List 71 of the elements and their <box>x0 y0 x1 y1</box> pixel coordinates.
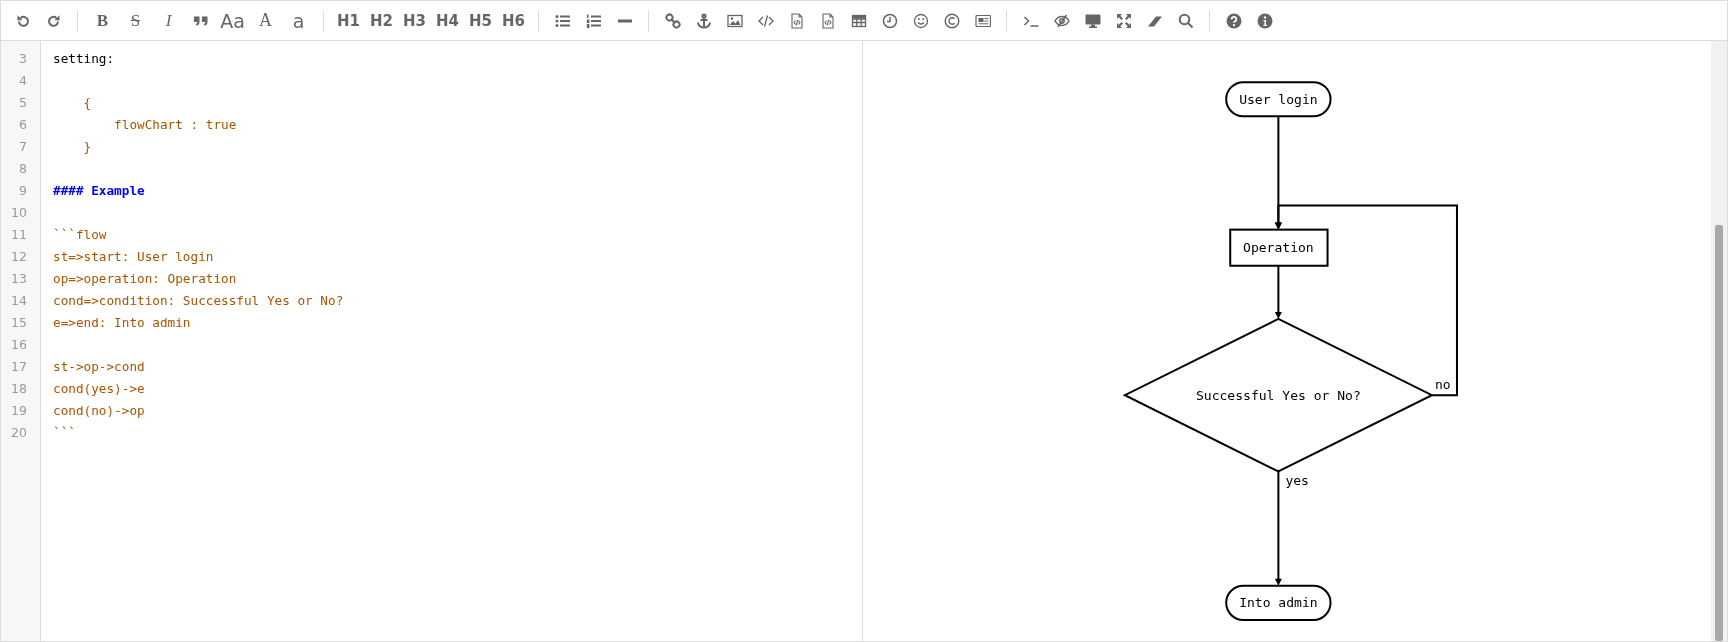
bold-button[interactable]: B <box>87 5 118 36</box>
node-label: Into admin <box>1239 595 1318 611</box>
expand-icon[interactable] <box>1115 12 1132 29</box>
strikethrough-button[interactable]: S <box>120 5 151 36</box>
code-line: ```flow <box>53 227 107 242</box>
node-label: Successful Yes or No? <box>1196 387 1361 403</box>
line-number: 10 <box>11 205 27 220</box>
heading-button[interactable]: H1 <box>333 5 364 36</box>
line-number: 3 <box>19 51 27 66</box>
line-number: 19 <box>11 403 27 418</box>
code-icon[interactable] <box>757 12 774 29</box>
line-number: 5 <box>19 95 27 110</box>
lowercase-button[interactable]: a <box>283 5 314 36</box>
node-label: Operation <box>1243 240 1314 256</box>
line-number: 13 <box>11 271 27 286</box>
numbered-list-icon[interactable] <box>585 12 602 29</box>
anchor-icon[interactable] <box>695 12 712 29</box>
code-line: setting: <box>53 51 115 66</box>
edge-label: no <box>1435 377 1451 393</box>
clock-icon[interactable] <box>881 12 898 29</box>
code-line: flowChart : true <box>113 117 237 132</box>
info-icon[interactable] <box>1256 12 1273 29</box>
line-number: 4 <box>19 73 27 88</box>
scrollbar-thumb[interactable] <box>1715 225 1723 641</box>
node-label: User login <box>1239 91 1318 107</box>
newspaper-icon[interactable] <box>974 12 991 29</box>
heading-button[interactable]: H4 <box>432 5 463 36</box>
code-line: { <box>82 95 92 110</box>
help-icon[interactable] <box>1225 12 1242 29</box>
line-number: 12 <box>11 249 27 264</box>
code-line: e=>end: Into admin <box>53 315 191 330</box>
code-line: ``` <box>53 425 76 440</box>
line-number: 6 <box>19 117 27 132</box>
heading-button[interactable]: H2 <box>366 5 397 36</box>
code-line: cond(no)->op <box>53 403 145 418</box>
image-icon[interactable] <box>726 12 743 29</box>
line-number: 11 <box>11 227 27 242</box>
smiley-icon[interactable] <box>912 12 929 29</box>
line-number: 17 <box>11 359 27 374</box>
desktop-icon[interactable] <box>1084 12 1101 29</box>
bullet-list-icon[interactable] <box>554 12 571 29</box>
line-number: 14 <box>11 293 27 308</box>
line-number: 9 <box>19 183 27 198</box>
line-number: 20 <box>11 425 27 440</box>
uppercase-button[interactable]: A <box>250 5 281 36</box>
code-line: st=>start: User login <box>53 249 214 264</box>
line-number: 15 <box>11 315 27 330</box>
heading-button[interactable]: H3 <box>399 5 430 36</box>
eye-slash-icon[interactable] <box>1053 12 1070 29</box>
search-icon[interactable] <box>1177 12 1194 29</box>
line-number: 7 <box>19 139 27 154</box>
edge-label: yes <box>1285 473 1310 489</box>
copyright-icon[interactable] <box>943 12 960 29</box>
italic-button[interactable]: I <box>153 5 184 36</box>
code-line: cond(yes)->e <box>53 381 145 396</box>
link-icon[interactable] <box>664 12 681 29</box>
redo-icon[interactable] <box>45 12 62 29</box>
font-case-button[interactable]: Aa <box>217 5 248 36</box>
line-number: 8 <box>19 161 27 176</box>
line-number: 18 <box>11 381 27 396</box>
code-line: } <box>82 139 92 154</box>
code-file-icon[interactable] <box>788 12 805 29</box>
code-file-icon[interactable] <box>819 12 836 29</box>
code-line: op=>operation: Operation <box>53 271 237 286</box>
markdown-heading: #### Example <box>53 183 145 198</box>
heading-button[interactable]: H5 <box>465 5 496 36</box>
code-line: cond=>condition: Successful Yes or No? <box>53 293 344 308</box>
code-line: st->op->cond <box>53 359 145 374</box>
table-icon[interactable] <box>850 12 867 29</box>
line-number: 16 <box>11 337 27 352</box>
heading-button[interactable]: H6 <box>498 5 529 36</box>
